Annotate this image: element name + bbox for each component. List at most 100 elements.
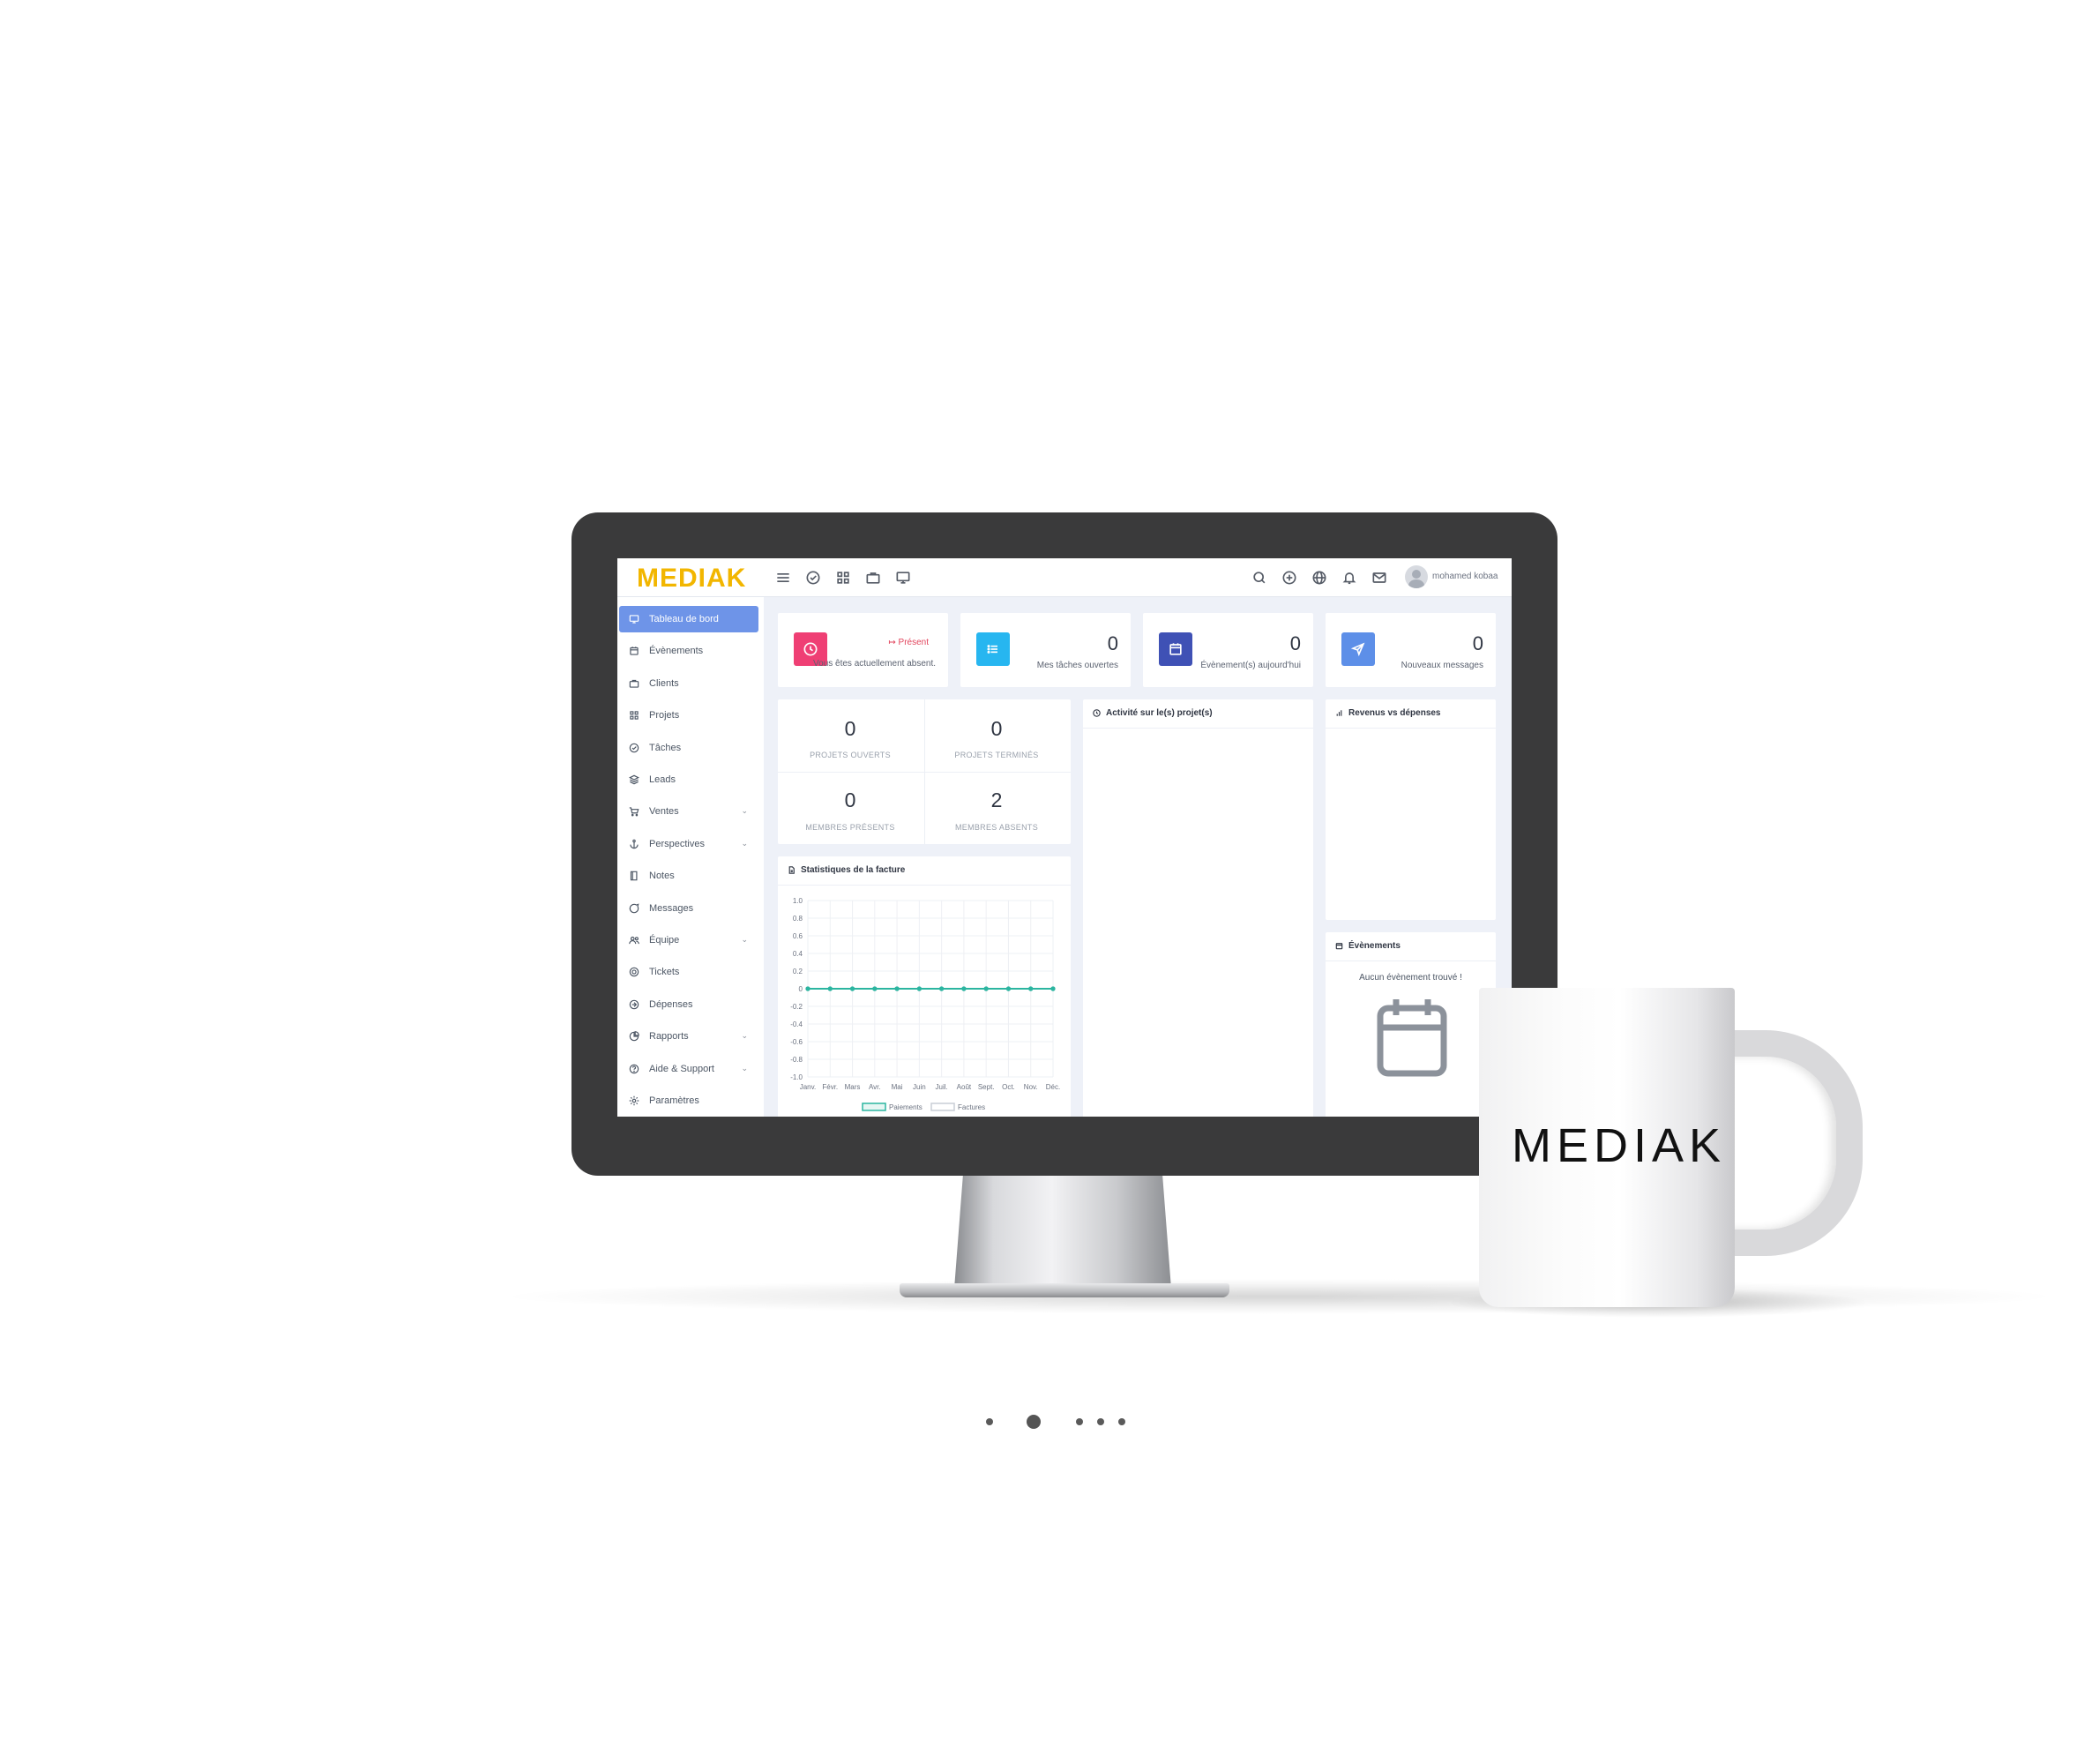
y-tick-label: 0.2 xyxy=(793,968,803,975)
carousel-dot[interactable] xyxy=(986,1418,993,1425)
invoice-line-chart: 1.0 0.8 0.6 0.4 0.2 0 -0.2 -0.4 -0.6 -0.8 -1.0 Janv… xyxy=(790,897,1060,1111)
sidebar-item-label: Paramètres xyxy=(649,1095,699,1106)
new-messages-card[interactable]: 0 Nouveaux messages xyxy=(1326,613,1496,687)
events-panel: Évènements Aucun évènement trouvé ! xyxy=(1326,932,1496,1117)
carousel-dot[interactable] xyxy=(1076,1418,1083,1425)
username[interactable]: mohamed kobaa xyxy=(1432,572,1498,581)
sidebar-item-label: Tâches xyxy=(649,742,682,753)
revenue-expenses-title-text: Revenus vs dépenses xyxy=(1348,708,1441,718)
open-projects-label[interactable]: PROJETS OUVERTS xyxy=(778,751,923,759)
open-tasks-card[interactable]: 0 Mes tâches ouvertes xyxy=(960,613,1131,687)
menu-icon[interactable] xyxy=(774,569,792,587)
invoice-stats-panel: Statistiques de la facture 1.0 0.8 0.6 0.4 0… xyxy=(778,856,1071,1117)
clock-icon xyxy=(803,642,818,656)
sidebar-item-label: Équipe xyxy=(649,935,680,946)
data-point xyxy=(1028,986,1034,991)
sidebar-item-label: Messages xyxy=(649,902,694,914)
sidebar-item-depenses[interactable]: Dépenses xyxy=(619,991,758,1018)
x-tick-label: Mars xyxy=(845,1083,861,1091)
sidebar-item-aide-support[interactable]: Aide & Support ⌄ xyxy=(619,1056,758,1082)
sidebar-item-equipe[interactable]: Équipe ⌄ xyxy=(619,927,758,953)
y-tick-label: -0.8 xyxy=(790,1056,803,1064)
sidebar-item-leads[interactable]: Leads xyxy=(619,766,758,793)
book-icon xyxy=(628,870,640,882)
present-members-label[interactable]: MEMBRES PRÉSENTS xyxy=(778,823,923,832)
sidebar-item-label: Ventes xyxy=(649,806,679,818)
sidebar-item-ventes[interactable]: Ventes ⌄ xyxy=(619,798,758,825)
message-icon xyxy=(628,902,640,915)
calendar-icon xyxy=(1377,999,1447,1077)
sidebar-item-label: Projets xyxy=(649,710,680,721)
sidebar-item-projets[interactable]: Projets xyxy=(619,702,758,729)
sidebar-item-parametres[interactable]: Paramètres xyxy=(619,1088,758,1114)
sidebar: Tableau de bord Évènements Clients Projets T… xyxy=(617,597,764,1117)
x-tick-label: Août xyxy=(957,1083,972,1091)
done-projects-label[interactable]: PROJETS TERMINÉS xyxy=(924,751,1069,759)
chevron-down-icon[interactable]: ⌄ xyxy=(741,806,748,816)
monitor-icon xyxy=(628,613,640,625)
bell-icon[interactable] xyxy=(1341,569,1358,587)
x-tick-label: Avr. xyxy=(869,1083,881,1091)
events-title: Évènements xyxy=(1334,941,1401,951)
events-title-text: Évènements xyxy=(1348,941,1401,951)
topbar: MEDIAK mohamed kobaa xyxy=(617,558,1512,597)
legend-label: Paiements xyxy=(889,1103,923,1111)
sidebar-item-messages[interactable]: Messages xyxy=(619,895,758,922)
sidebar-item-label: Perspectives xyxy=(649,838,705,849)
x-tick-label: Juil. xyxy=(936,1083,948,1091)
mail-icon[interactable] xyxy=(1371,569,1388,587)
y-tick-label: 0 xyxy=(799,985,803,993)
sidebar-item-rapports[interactable]: Rapports ⌄ xyxy=(619,1023,758,1050)
sidebar-item-tickets[interactable]: Tickets xyxy=(619,959,758,985)
events-today-count: 0 xyxy=(1289,632,1301,654)
sign-in-icon: ↦ xyxy=(888,638,899,647)
search-icon[interactable] xyxy=(1251,569,1268,587)
grid-icon[interactable] xyxy=(834,569,852,587)
app-screen: MEDIAK mohamed kobaa Tableau de bord Évè… xyxy=(617,558,1512,1117)
briefcase-icon[interactable] xyxy=(864,569,882,587)
monitor-icon[interactable] xyxy=(894,569,912,587)
open-tasks-label: Mes tâches ouvertes xyxy=(1036,661,1118,670)
mug-logo-text: MEDIAK xyxy=(1512,1119,1727,1172)
chevron-down-icon[interactable]: ⌄ xyxy=(741,1031,748,1041)
data-point xyxy=(849,986,855,991)
chevron-down-icon[interactable]: ⌄ xyxy=(741,1064,748,1073)
avatar[interactable] xyxy=(1405,565,1428,588)
clock-in-link[interactable]: ↦ Présent xyxy=(888,638,929,647)
layers-icon xyxy=(628,774,640,786)
check-circle-icon[interactable] xyxy=(804,569,822,587)
events-today-card[interactable]: 0 Évènement(s) aujourd'hui xyxy=(1143,613,1313,687)
project-activity-title-text: Activité sur le(s) projet(s) xyxy=(1106,708,1213,718)
chevron-down-icon[interactable]: ⌄ xyxy=(741,935,748,945)
legend-swatch xyxy=(862,1102,886,1111)
list-icon xyxy=(987,645,997,654)
divider xyxy=(778,772,1071,773)
sidebar-item-label: Tableau de bord xyxy=(649,614,719,624)
globe-icon[interactable] xyxy=(1311,569,1328,587)
x-tick-label: Déc. xyxy=(1046,1083,1060,1091)
brand-logo[interactable]: MEDIAK xyxy=(637,564,746,594)
sidebar-item-clients[interactable]: Clients xyxy=(619,670,758,697)
sidebar-item-label: Notes xyxy=(649,871,675,882)
chevron-down-icon[interactable]: ⌄ xyxy=(741,839,748,848)
y-tick-label: -0.2 xyxy=(790,1003,803,1011)
data-point xyxy=(939,986,945,991)
carousel-dot[interactable] xyxy=(1118,1418,1125,1425)
data-point xyxy=(916,986,922,991)
plus-circle-icon[interactable] xyxy=(1281,569,1298,587)
carousel-dot-active[interactable] xyxy=(1027,1415,1041,1429)
absent-members-label[interactable]: MEMBRES ABSENTS xyxy=(924,823,1069,832)
data-point xyxy=(961,986,967,991)
attendance-status: Vous êtes actuellement absent. xyxy=(813,659,936,669)
events-today-label: Évènement(s) aujourd'hui xyxy=(1200,661,1301,670)
sidebar-item-notes[interactable]: Notes xyxy=(619,863,758,889)
lifebuoy-icon xyxy=(628,966,640,978)
sidebar-item-taches[interactable]: Tâches xyxy=(619,735,758,761)
arrow-circle-icon xyxy=(628,998,640,1011)
data-point xyxy=(983,986,989,991)
sidebar-item-perspectives[interactable]: Perspectives ⌄ xyxy=(619,831,758,857)
carousel-dot[interactable] xyxy=(1097,1418,1104,1425)
open-projects-count: 0 xyxy=(844,717,856,740)
sidebar-item-evenements[interactable]: Évènements xyxy=(619,638,758,664)
sidebar-item-tableau-de-bord[interactable]: Tableau de bord xyxy=(619,606,758,632)
